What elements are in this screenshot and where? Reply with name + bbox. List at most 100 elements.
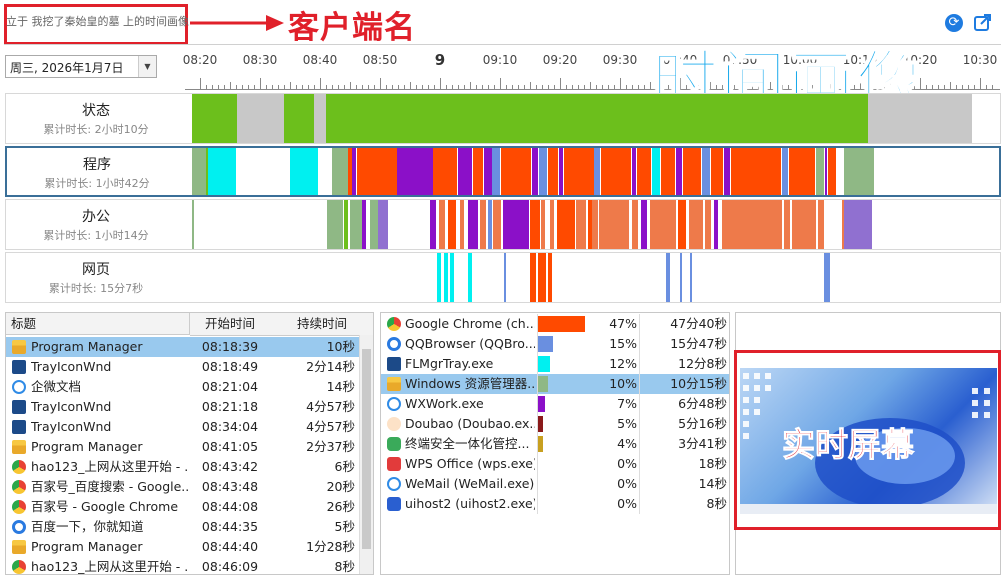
timeline-segment[interactable] — [676, 148, 682, 195]
column-header-duration[interactable]: 持续时间 — [270, 313, 373, 336]
timeline-segment[interactable] — [559, 148, 563, 195]
table-row[interactable]: 百家号_百度搜索 - Google... 08:43:48 20秒 — [6, 477, 361, 497]
office-track[interactable] — [192, 200, 972, 249]
timeline-segment[interactable] — [437, 253, 441, 302]
refresh-icon[interactable]: ⟳ — [945, 14, 963, 32]
timeline-segment[interactable] — [592, 200, 598, 249]
timeline-segment[interactable] — [724, 148, 730, 195]
timeline-segment[interactable] — [468, 253, 472, 302]
timeline-segment[interactable] — [828, 148, 836, 195]
timeline-segment[interactable] — [844, 200, 872, 249]
timeline-segment[interactable] — [632, 200, 638, 249]
timeline-segment[interactable] — [532, 148, 538, 195]
process-table[interactable]: Google Chrome (ch... 47% 47分40秒 QQBrowser (… — [380, 312, 730, 575]
timeline-segment[interactable] — [492, 148, 500, 195]
table-row[interactable]: 百家号 - Google Chrome 08:44:08 26秒 — [6, 497, 361, 517]
window-title-table[interactable]: 标题 开始时间 持续时间 Program Manager 08:18:39 10秒 T… — [5, 312, 374, 575]
timeline-segment[interactable] — [439, 200, 445, 249]
timeline-segment[interactable] — [530, 200, 540, 249]
status-track[interactable] — [192, 94, 972, 143]
timeline-segment[interactable] — [208, 148, 236, 195]
timeline-segment[interactable] — [484, 148, 492, 195]
timeline-segment[interactable] — [192, 200, 194, 249]
timeline-segment[interactable] — [473, 148, 483, 195]
timeline-segment[interactable] — [539, 148, 547, 195]
timeline-segment[interactable] — [378, 200, 388, 249]
table-row[interactable]: Program Manager 08:44:40 1分28秒 — [6, 537, 361, 557]
timeline-segment[interactable] — [825, 148, 827, 195]
timeline-segment[interactable] — [650, 200, 676, 249]
timeline-segment[interactable] — [678, 200, 686, 249]
timeline-segment[interactable] — [548, 148, 558, 195]
table-row[interactable]: TrayIconWnd 08:34:04 4分57秒 — [6, 417, 361, 437]
table-row[interactable]: Program Manager 08:18:39 10秒 — [6, 337, 361, 357]
process-row[interactable]: Google Chrome (ch... 47% 47分40秒 — [381, 314, 729, 334]
table-row[interactable]: TrayIconWnd 08:18:49 2分14秒 — [6, 357, 361, 377]
share-icon[interactable] — [973, 12, 993, 32]
timeline-segment[interactable] — [370, 200, 378, 249]
web-track[interactable] — [192, 253, 972, 302]
chevron-down-icon[interactable]: ▼ — [138, 56, 156, 77]
process-row[interactable]: QQBrowser (QQBro... 15% 15分47秒 — [381, 334, 729, 354]
timeline-segment[interactable] — [637, 148, 651, 195]
timeline-segment[interactable] — [705, 200, 711, 249]
timeline-segment[interactable] — [722, 200, 782, 249]
timeline-segment[interactable] — [784, 200, 790, 249]
timeline-segment[interactable] — [550, 200, 554, 249]
timeline-segment[interactable] — [683, 148, 701, 195]
timeline-segment[interactable] — [564, 148, 594, 195]
timeline-segment[interactable] — [327, 200, 343, 249]
timeline-segment[interactable] — [824, 253, 830, 302]
timeline-segment[interactable] — [352, 148, 356, 195]
date-select[interactable]: 周三, 2026年1月7日 ▼ — [5, 55, 157, 78]
timeline-segment[interactable] — [641, 200, 647, 249]
timeline-segment[interactable] — [192, 94, 237, 143]
timeline-segment[interactable] — [594, 148, 600, 195]
scrollbar[interactable] — [359, 335, 373, 574]
timeline-segment[interactable] — [792, 200, 816, 249]
column-header-start[interactable]: 开始时间 — [190, 313, 271, 336]
timeline-segment[interactable] — [666, 253, 670, 302]
process-row[interactable]: Windows 资源管理器... 10% 10分15秒 — [381, 374, 729, 394]
process-row[interactable]: WeMail (WeMail.exe) 0% 14秒 — [381, 474, 729, 494]
table-row[interactable]: 百度一下，你就知道 08:44:35 5秒 — [6, 517, 361, 537]
timeline-segment[interactable] — [192, 148, 206, 195]
timeline-segment[interactable] — [501, 148, 531, 195]
timeline-segment[interactable] — [468, 200, 478, 249]
row-office[interactable]: 办公 累计时长: 1小时14分 — [5, 199, 1001, 250]
table-row[interactable]: Program Manager 08:41:05 2分37秒 — [6, 437, 361, 457]
timeline-segment[interactable] — [344, 200, 348, 249]
timeline-segment[interactable] — [818, 200, 824, 249]
timeline-segment[interactable] — [444, 253, 448, 302]
timeline-segment[interactable] — [450, 253, 454, 302]
timeline-segment[interactable] — [458, 148, 472, 195]
timeline-segment[interactable] — [557, 200, 575, 249]
timeline-segment[interactable] — [326, 94, 868, 143]
timeline-segment[interactable] — [599, 200, 629, 249]
timeline-segment[interactable] — [480, 200, 486, 249]
row-status[interactable]: 状态 累计时长: 2小时10分 — [5, 93, 1001, 144]
timeline-segment[interactable] — [504, 253, 506, 302]
timeline-segment[interactable] — [397, 148, 433, 195]
timeline-segment[interactable] — [844, 148, 874, 195]
timeline-segment[interactable] — [601, 148, 631, 195]
timeline-segment[interactable] — [690, 253, 692, 302]
timeline-segment[interactable] — [789, 148, 815, 195]
timeline-segment[interactable] — [538, 253, 546, 302]
timeline-segment[interactable] — [731, 148, 781, 195]
timeline-segment[interactable] — [448, 200, 456, 249]
process-row[interactable]: WXWork.exe 7% 6分48秒 — [381, 394, 729, 414]
timeline-segment[interactable] — [433, 148, 457, 195]
timeline-segment[interactable] — [816, 148, 824, 195]
process-row[interactable]: uihost2 (uihost2.exe) 0% 8秒 — [381, 494, 729, 514]
timeline-segment[interactable] — [357, 148, 397, 195]
table-row[interactable]: hao123_上网从这里开始 - ... 08:43:42 6秒 — [6, 457, 361, 477]
timeline-segment[interactable] — [689, 200, 703, 249]
timeline-segment[interactable] — [702, 148, 710, 195]
timeline-segment[interactable] — [290, 148, 318, 195]
timeline-segment[interactable] — [530, 253, 536, 302]
timeline-segment[interactable] — [548, 253, 552, 302]
program-track[interactable] — [192, 148, 972, 195]
row-web[interactable]: 网页 累计时长: 15分7秒 — [5, 252, 1001, 303]
timeline-segment[interactable] — [576, 200, 586, 249]
